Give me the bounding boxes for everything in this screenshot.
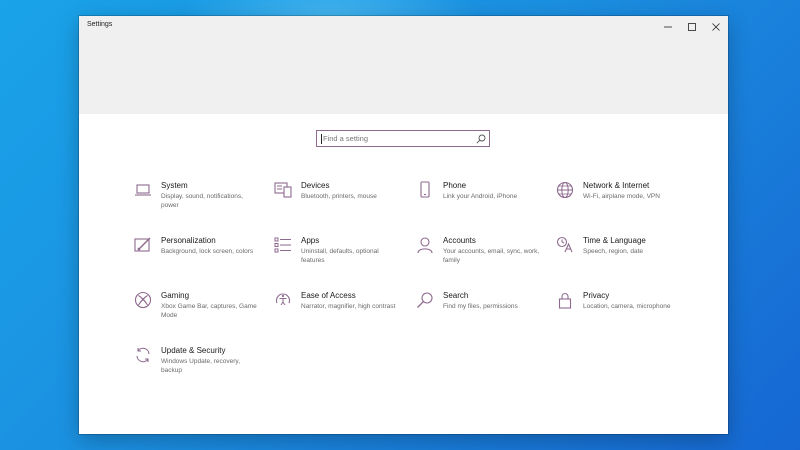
category-title: Network & Internet <box>583 181 650 190</box>
category-description: Narrator, magnifier, high contrast <box>301 303 396 310</box>
category-devices[interactable]: Devices Bluetooth, printers, mouse <box>274 181 399 226</box>
category-description: Xbox Game Bar, captures, Game Mode <box>161 303 257 319</box>
search-input[interactable] <box>323 134 473 143</box>
category-update-security[interactable]: Update & Security Windows Update, recove… <box>134 346 259 391</box>
minimize-icon <box>664 26 672 28</box>
window-title: Settings <box>87 21 113 28</box>
title-bar[interactable]: Settings <box>79 16 728 38</box>
category-gaming[interactable]: Gaming Xbox Game Bar, captures, Game Mod… <box>134 291 259 336</box>
paint-icon <box>134 236 154 256</box>
search-box[interactable] <box>316 130 490 147</box>
category-title: Personalization <box>161 236 216 245</box>
settings-window: Settings System Display, sound, noti <box>79 16 728 434</box>
category-accounts[interactable]: Accounts Your accounts, email, sync, wor… <box>416 236 541 281</box>
category-title: Search <box>443 291 469 300</box>
maximize-icon <box>688 23 696 31</box>
close-button[interactable] <box>704 16 728 38</box>
category-description: Find my files, permissions <box>443 303 518 310</box>
category-description: Uninstall, defaults, optional features <box>301 248 379 264</box>
minimize-button[interactable] <box>656 16 680 38</box>
category-system[interactable]: System Display, sound, notifications, po… <box>134 181 259 226</box>
category-privacy[interactable]: Privacy Location, camera, microphone <box>556 291 681 336</box>
sync-icon <box>134 346 154 366</box>
text-caret <box>321 133 322 144</box>
category-description: Wi-Fi, airplane mode, VPN <box>583 193 660 200</box>
category-personalization[interactable]: Personalization Background, lock screen,… <box>134 236 259 281</box>
category-description: Link your Android, iPhone <box>443 193 518 200</box>
globe-icon <box>556 181 576 201</box>
category-network-internet[interactable]: Network & Internet Wi-Fi, airplane mode,… <box>556 181 681 226</box>
category-description: Windows Update, recovery, backup <box>161 358 240 374</box>
devices-icon <box>274 181 294 201</box>
close-icon <box>712 23 720 31</box>
category-apps[interactable]: Apps Uninstall, defaults, optional featu… <box>274 236 399 281</box>
category-title: Accounts <box>443 236 476 245</box>
xbox-icon <box>134 291 154 311</box>
search-icon[interactable] <box>476 134 486 144</box>
category-description: Your accounts, email, sync, work, family <box>443 248 540 264</box>
apps-list-icon <box>274 236 294 256</box>
person-icon <box>416 236 436 256</box>
category-title: System <box>161 181 188 190</box>
time-language-icon <box>556 236 576 256</box>
ease-of-access-icon <box>274 291 294 311</box>
phone-icon <box>416 181 436 201</box>
category-title: Phone <box>443 181 467 190</box>
lock-icon <box>556 291 576 311</box>
caption-buttons <box>656 16 728 38</box>
category-search[interactable]: Search Find my files, permissions <box>416 291 541 336</box>
category-title: Gaming <box>161 291 190 300</box>
category-ease-of-access[interactable]: Ease of Access Narrator, magnifier, high… <box>274 291 399 336</box>
category-title: Devices <box>301 181 330 190</box>
category-phone[interactable]: Phone Link your Android, iPhone <box>416 181 541 226</box>
category-description: Speech, region, date <box>583 248 643 255</box>
category-title: Time & Language <box>583 236 646 245</box>
laptop-icon <box>134 181 154 201</box>
category-description: Location, camera, microphone <box>583 303 671 310</box>
category-time-language[interactable]: Time & Language Speech, region, date <box>556 236 681 281</box>
category-description: Background, lock screen, colors <box>161 248 254 255</box>
search-category-icon <box>416 291 436 311</box>
category-title: Apps <box>301 236 320 245</box>
category-title: Update & Security <box>161 346 226 355</box>
category-description: Bluetooth, printers, mouse <box>301 193 377 200</box>
category-title: Ease of Access <box>301 291 356 300</box>
maximize-button[interactable] <box>680 16 704 38</box>
category-description: Display, sound, notifications, power <box>161 193 243 209</box>
category-title: Privacy <box>583 291 610 300</box>
